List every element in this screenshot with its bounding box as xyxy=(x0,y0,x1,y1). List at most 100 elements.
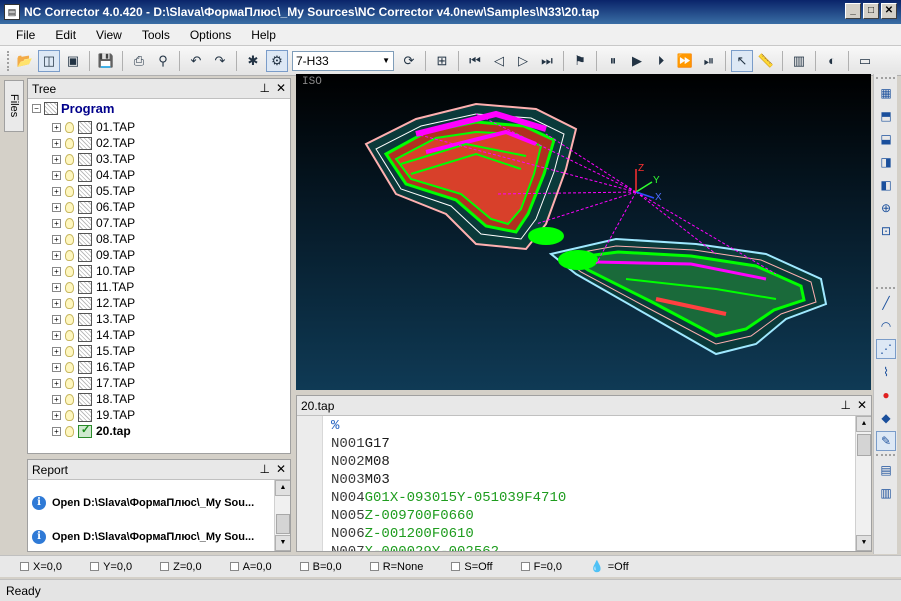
code-line[interactable]: N001G17 xyxy=(331,436,566,454)
lightbulb-icon[interactable] xyxy=(65,425,74,437)
tool-icon[interactable]: ⚙ xyxy=(266,49,288,72)
tree-item[interactable]: +15.TAP xyxy=(52,343,135,359)
coord-toggle[interactable]: Y=0,0 xyxy=(90,561,132,573)
tree-item[interactable]: +03.TAP xyxy=(52,151,135,167)
play-end-icon[interactable]: ⏯ xyxy=(698,50,720,72)
report-scrollbar[interactable]: ▲ ▼ xyxy=(274,480,290,551)
rewind-icon[interactable]: ⏮ xyxy=(464,50,486,72)
tree-item[interactable]: +05.TAP xyxy=(52,183,135,199)
lightbulb-icon[interactable] xyxy=(65,377,74,389)
expand-icon[interactable]: + xyxy=(52,234,61,244)
expand-icon[interactable]: + xyxy=(52,282,61,292)
red-sphere-icon[interactable]: ● xyxy=(876,385,896,405)
arc-icon[interactable]: ◠ xyxy=(876,316,896,336)
tool-path-icon[interactable]: ⌇ xyxy=(876,362,896,382)
expand-icon[interactable]: + xyxy=(52,330,61,340)
expand-icon[interactable]: + xyxy=(52,218,61,228)
expand-icon[interactable]: + xyxy=(52,138,61,148)
maximize-button[interactable]: □ xyxy=(863,3,879,19)
lightbulb-icon[interactable] xyxy=(65,409,74,421)
scroll-up-icon[interactable]: ▲ xyxy=(856,416,871,432)
tree-item[interactable]: +09.TAP xyxy=(52,247,135,263)
brush-icon[interactable]: ✎ xyxy=(876,431,896,451)
tree-root[interactable]: − Program xyxy=(32,101,114,116)
open-dropdown-icon[interactable]: ▣ xyxy=(62,50,84,72)
print-icon[interactable]: ⎙ xyxy=(128,50,150,72)
play-icon[interactable]: ▶ xyxy=(626,50,648,72)
expand-icon[interactable]: + xyxy=(52,426,61,436)
expand-icon[interactable]: + xyxy=(52,346,61,356)
expand-icon[interactable]: + xyxy=(52,154,61,164)
tree-item[interactable]: +14.TAP xyxy=(52,327,135,343)
expand-icon[interactable]: + xyxy=(52,186,61,196)
cursor-icon[interactable]: ↖ xyxy=(731,49,753,72)
checkbox[interactable] xyxy=(229,562,239,571)
pin-icon[interactable]: ⊥ xyxy=(259,81,269,95)
play-fast-icon[interactable]: ⏩ xyxy=(674,50,696,72)
expand-icon[interactable]: + xyxy=(52,410,61,420)
code-line[interactable]: N007X-000029Y-002562 xyxy=(331,544,566,551)
checkbox[interactable] xyxy=(369,562,379,571)
lightbulb-icon[interactable] xyxy=(65,233,74,245)
code-line[interactable]: % xyxy=(331,418,566,436)
toolbar-grip[interactable] xyxy=(7,50,10,71)
undo-icon[interactable]: ↶ xyxy=(185,50,207,72)
expand-icon[interactable]: + xyxy=(52,250,61,260)
coord-toggle[interactable]: A=0,0 xyxy=(229,561,272,573)
lightbulb-icon[interactable] xyxy=(65,185,74,197)
expand-icon[interactable]: + xyxy=(52,298,61,308)
checkbox[interactable] xyxy=(520,562,530,571)
layers-icon[interactable]: ◫ xyxy=(38,49,60,72)
lightbulb-icon[interactable] xyxy=(65,393,74,405)
lightbulb-icon[interactable] xyxy=(65,281,74,293)
report-item[interactable]: i Open D:\Slava\ФормаПлюс\_My Sou... xyxy=(32,496,254,510)
checkbox[interactable] xyxy=(299,562,309,571)
code-editor[interactable]: % N001G17 N002M08 N003M03 N004G01X-093015Y-0… xyxy=(297,416,871,551)
menu-help[interactable]: Help xyxy=(241,26,286,44)
cube-icon[interactable]: ◆ xyxy=(876,408,896,428)
lightbulb-icon[interactable] xyxy=(65,153,74,165)
lightbulb-icon[interactable] xyxy=(65,201,74,213)
scroll-thumb[interactable] xyxy=(857,434,871,456)
scroll-down-icon[interactable]: ▼ xyxy=(275,535,290,551)
checkbox[interactable] xyxy=(160,562,170,571)
scroll-thumb[interactable] xyxy=(276,514,290,534)
code-line[interactable]: N003M03 xyxy=(331,472,566,490)
lightbulb-icon[interactable] xyxy=(65,265,74,277)
expand-icon[interactable]: + xyxy=(52,362,61,372)
collapse-icon[interactable]: − xyxy=(32,104,41,113)
coord-toggle[interactable]: F=0,0 xyxy=(520,561,562,573)
expand-icon[interactable]: + xyxy=(52,394,61,404)
save-icon[interactable]: 💾 xyxy=(95,50,117,72)
coord-toggle[interactable]: 💧 =Off xyxy=(590,560,629,574)
menu-view[interactable]: View xyxy=(86,26,132,44)
tree-item[interactable]: +06.TAP xyxy=(52,199,135,215)
tree-item[interactable]: +16.TAP xyxy=(52,359,135,375)
close-button[interactable]: ✕ xyxy=(881,3,897,19)
cube-side-icon[interactable]: ◨ xyxy=(876,152,896,172)
pause-icon[interactable]: ⏸ xyxy=(602,50,624,72)
scroll-up-icon[interactable]: ▲ xyxy=(275,480,290,496)
tree-item[interactable]: +02.TAP xyxy=(52,135,135,151)
step-back-icon[interactable]: ◁ xyxy=(488,50,510,72)
tree-item[interactable]: +07.TAP xyxy=(52,215,135,231)
lightbulb-icon[interactable] xyxy=(65,313,74,325)
lightbulb-icon[interactable] xyxy=(65,345,74,357)
panel-layout-icon[interactable]: ▤ xyxy=(876,460,896,480)
debug-icon[interactable]: ✱ xyxy=(242,50,264,72)
cube-front-icon[interactable]: ⬓ xyxy=(876,129,896,149)
viewport-3d[interactable]: ISO Z Y X xyxy=(296,74,871,390)
lightbulb-icon[interactable] xyxy=(65,329,74,341)
coord-toggle[interactable]: X=0,0 xyxy=(20,561,62,573)
lightbulb-icon[interactable] xyxy=(65,169,74,181)
close-icon[interactable]: ✕ xyxy=(276,462,286,476)
code-scrollbar[interactable]: ▲ ▼ xyxy=(855,416,871,551)
files-tab[interactable]: Files xyxy=(4,80,24,132)
tree-item[interactable]: +12.TAP xyxy=(52,295,135,311)
code-line[interactable]: N004G01X-093015Y-051039F4710 xyxy=(331,490,566,508)
tree-item[interactable]: +11.TAP xyxy=(52,279,135,295)
checkbox[interactable] xyxy=(451,562,461,571)
ruler-icon[interactable]: ⊞ xyxy=(431,50,453,72)
tree-item[interactable]: +10.TAP xyxy=(52,263,135,279)
lightbulb-icon[interactable] xyxy=(65,137,74,149)
